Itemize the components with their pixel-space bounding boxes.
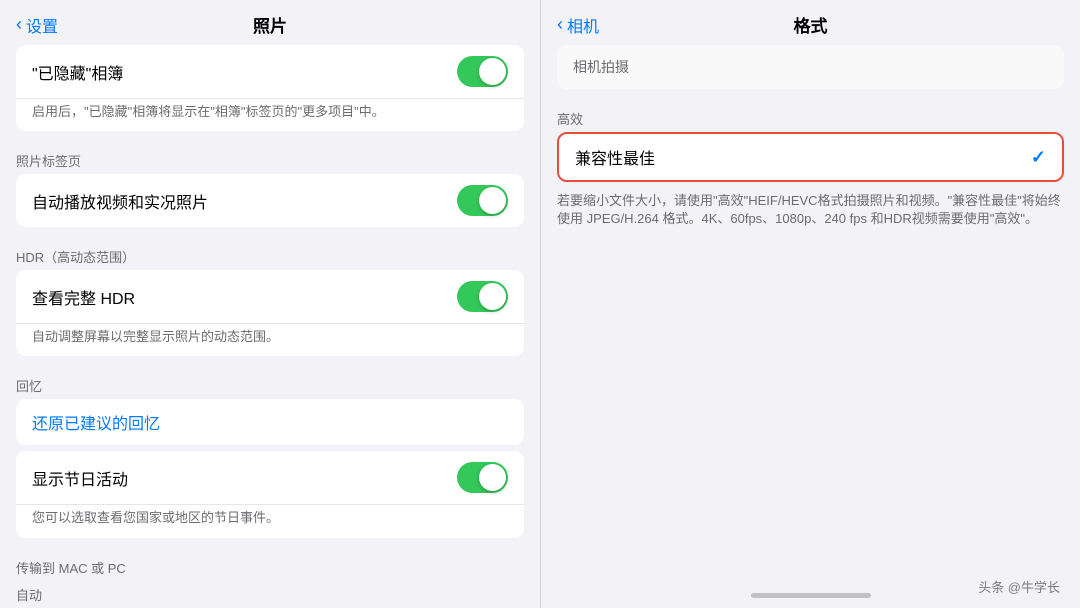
hidden-album-row[interactable]: "已隐藏"相簿 [16, 45, 524, 99]
right-chevron-icon: ‹ [557, 14, 563, 35]
hdr-row[interactable]: 查看完整 HDR [16, 270, 524, 324]
left-panel: ‹ 设置 照片 "已隐藏"相簿 启用后，"已隐藏"相簿将显示在"相簿"标签页的"… [0, 0, 540, 608]
hdr-group: 查看完整 HDR 自动调整屏幕以完整显示照片的动态范围。 [16, 270, 524, 356]
left-back-button[interactable]: ‹ 设置 [16, 13, 58, 37]
memories-label: 回忆 [0, 362, 540, 399]
hdr-toggle-label: 查看完整 HDR [32, 285, 457, 309]
hidden-album-group: "已隐藏"相簿 启用后，"已隐藏"相簿将显示在"相簿"标签页的"更多项目"中。 [16, 45, 524, 131]
right-back-button[interactable]: ‹ 相机 [557, 13, 599, 37]
most-compatible-desc: 若要缩小文件大小，请使用"高效"HEIF/HEVC格式拍摄照片和视频。"兼容性最… [541, 188, 1080, 236]
left-nav-title: 照片 [253, 12, 287, 37]
left-settings-content: "已隐藏"相簿 启用后，"已隐藏"相簿将显示在"相簿"标签页的"更多项目"中。 … [0, 45, 540, 608]
right-home-bar [751, 593, 871, 598]
right-panel: ‹ 相机 格式 相机拍摄 高效 兼容性最佳 ✓ 若要缩小文件大小，请使用"高效"… [540, 0, 1080, 608]
left-back-label: 设置 [26, 13, 58, 37]
efficient-label: 高效 [541, 95, 1080, 132]
most-compatible-group: 兼容性最佳 ✓ [557, 132, 1064, 182]
hidden-album-label: "已隐藏"相簿 [32, 60, 457, 84]
right-settings-content: 相机拍摄 高效 兼容性最佳 ✓ 若要缩小文件大小，请使用"高效"HEIF/HEV… [541, 45, 1080, 608]
autoplay-row[interactable]: 自动播放视频和实况照片 [16, 174, 524, 227]
restore-memories-label: 还原已建议的回忆 [32, 410, 160, 434]
festival-toggle[interactable] [457, 462, 508, 493]
camera-capture-group: 相机拍摄 [557, 45, 1064, 89]
watermark: 头条 @牛学长 [978, 577, 1060, 596]
right-back-label: 相机 [567, 13, 599, 37]
hdr-toggle[interactable] [457, 281, 508, 312]
autoplay-label: 自动播放视频和实况照片 [32, 189, 457, 213]
most-compatible-label: 兼容性最佳 [575, 145, 1031, 169]
right-nav-bar: ‹ 相机 格式 [541, 0, 1080, 45]
transfer-label: 传输到 MAC 或 PC [0, 544, 540, 581]
most-compatible-row[interactable]: 兼容性最佳 ✓ [559, 134, 1062, 180]
festival-group: 显示节日活动 您可以选取查看您国家或地区的节日事件。 [16, 451, 524, 537]
camera-capture-row: 相机拍摄 [557, 45, 1064, 89]
hidden-album-desc: 启用后，"已隐藏"相簿将显示在"相簿"标签页的"更多项目"中。 [16, 99, 524, 131]
memories-group: 还原已建议的回忆 [16, 399, 524, 445]
festival-desc: 您可以选取查看您国家或地区的节日事件。 [16, 505, 524, 537]
chevron-left-icon: ‹ [16, 14, 22, 35]
right-nav-title: 格式 [794, 12, 828, 37]
autoplay-toggle[interactable] [457, 185, 508, 216]
hidden-album-toggle[interactable] [457, 56, 508, 87]
camera-capture-label: 相机拍摄 [573, 57, 1048, 77]
festival-label: 显示节日活动 [32, 466, 457, 490]
left-nav-bar: ‹ 设置 照片 [0, 0, 540, 45]
restore-memories-row[interactable]: 还原已建议的回忆 [16, 399, 524, 445]
festival-row[interactable]: 显示节日活动 [16, 451, 524, 505]
most-compatible-check: ✓ [1031, 147, 1046, 168]
hdr-desc: 自动调整屏幕以完整显示照片的动态范围。 [16, 324, 524, 356]
auto-sublabel: 自动 [0, 581, 540, 608]
photo-tab-label: 照片标签页 [0, 137, 540, 174]
hdr-label: HDR（高动态范围） [0, 233, 540, 270]
autoplay-group: 自动播放视频和实况照片 [16, 174, 524, 227]
